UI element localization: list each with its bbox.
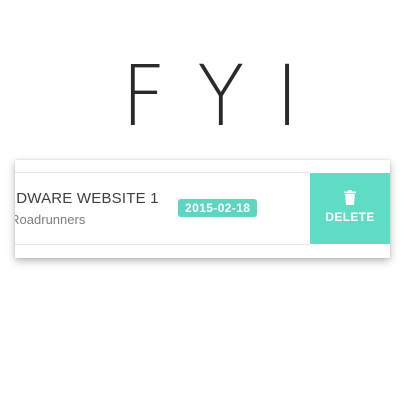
delete-button[interactable]: DELETE	[310, 173, 390, 244]
app-logo: FYI	[121, 47, 330, 145]
divider-bottom	[15, 244, 310, 245]
item-subtitle: or Roadrunners	[15, 212, 86, 227]
item-title: ARDWARE WEBSITE 1	[15, 190, 159, 207]
delete-button-label: DELETE	[325, 210, 375, 224]
list-item[interactable]: ARDWARE WEBSITE 1 or Roadrunners 2015-02…	[15, 173, 309, 244]
trash-icon	[344, 190, 356, 205]
date-badge: 2015-02-18	[178, 199, 258, 217]
swipe-list-card: ARDWARE WEBSITE 1 or Roadrunners 2015-02…	[15, 160, 390, 258]
